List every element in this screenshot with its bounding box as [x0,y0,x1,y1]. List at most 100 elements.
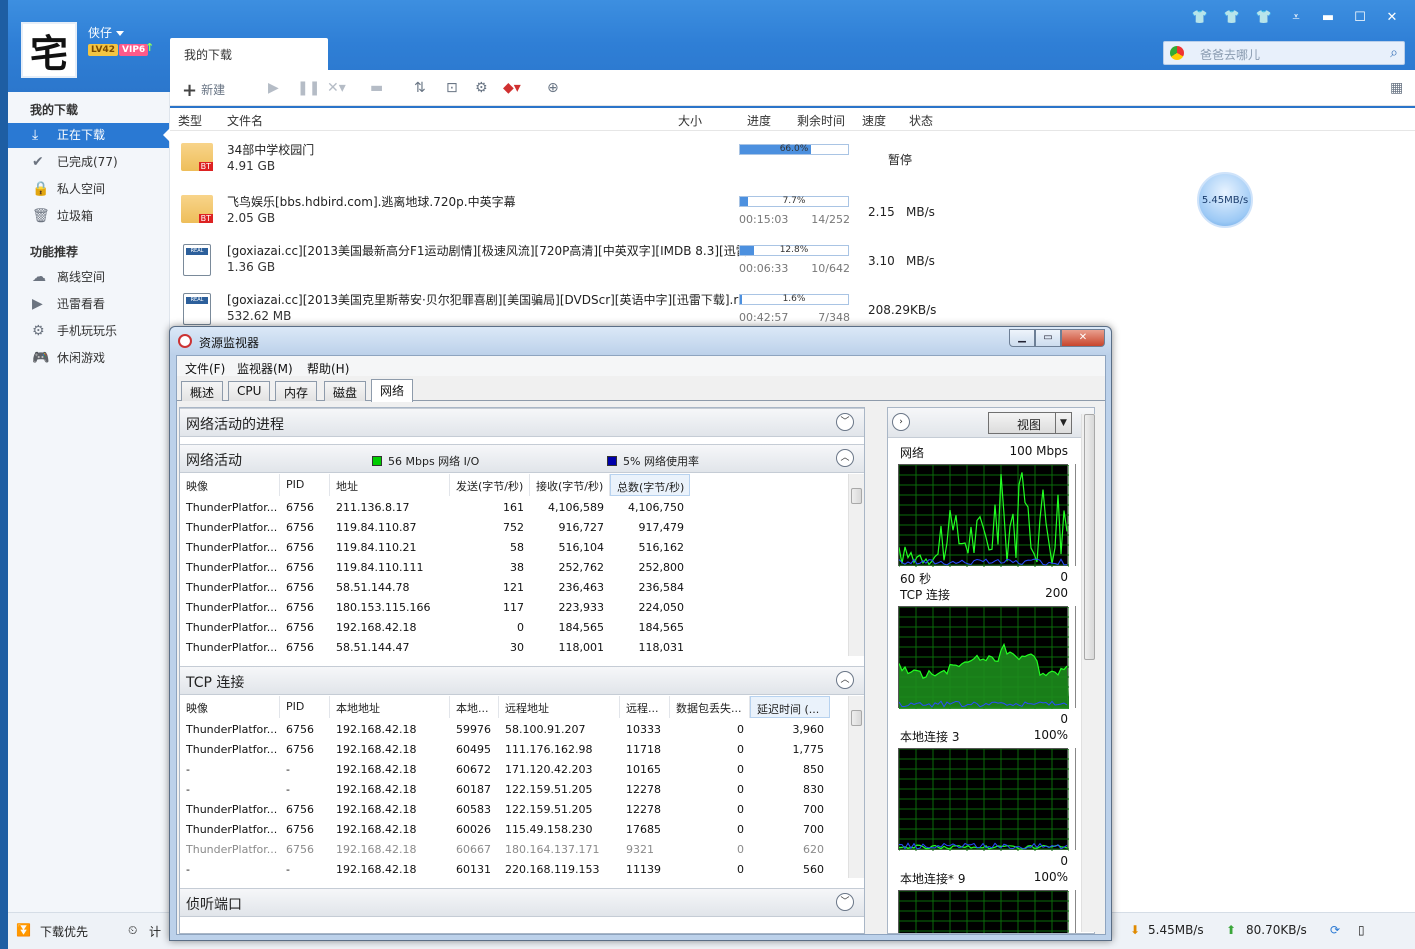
scroll-thumb[interactable] [1084,414,1095,660]
activity-scrollbar[interactable] [848,474,864,656]
folder-icon[interactable]: ▬ [370,80,383,96]
sidebar-item-private[interactable]: 🔒 私人空间 [8,177,169,202]
username-menu[interactable]: 侠仔 [88,24,125,41]
column-speed[interactable]: 速度 [862,112,886,129]
column-type[interactable]: 类型 [178,112,202,129]
close-icon[interactable]: ✕ [1381,10,1403,25]
menu-icon[interactable]: ⩡ [1285,10,1307,25]
table-row[interactable]: ThunderPlatfor... 6756 211.136.8.17 161 4,10… [180,498,848,518]
graphs-scrollbar[interactable] [1081,414,1095,932]
table-row[interactable]: ThunderPlatfor... 6756 192.168.42.18 0 184,5… [180,618,848,638]
column-status[interactable]: 状态 [909,112,933,129]
sidebar-item-mobile[interactable]: ⚙ 手机玩玩乐 [8,319,169,344]
grid-view-icon[interactable]: ▦ [1390,80,1403,96]
chevron-down-icon[interactable]: ﹀ [836,893,854,911]
column-remaining[interactable]: 剩余时间 [797,112,845,129]
column-header[interactable]: 映像 [180,474,280,496]
chevron-right-icon[interactable]: › [892,413,910,431]
avatar[interactable]: 宅 [21,22,77,78]
table-row[interactable]: ThunderPlatfor... 6756 58.51.144.78 121 236,… [180,578,848,598]
column-progress[interactable]: 进度 [747,112,771,129]
column-header[interactable]: 总数(字节/秒) [610,474,690,496]
table-row[interactable]: ThunderPlatfor... 6756 119.84.110.21 58 516,… [180,538,848,558]
search-icon[interactable]: ⌕ [1390,45,1398,61]
table-row[interactable]: ThunderPlatfor... 6756 192.168.42.18 60026 1… [180,820,848,840]
plan-icon[interactable]: ⏲ [128,923,137,938]
rm-maximize-icon[interactable]: ▭ [1035,329,1061,347]
table-row[interactable]: - - 192.168.42.18 60131 220.168.119.153 11139… [180,860,848,880]
column-header[interactable]: 地址 [330,474,450,496]
sidebar-item-kankan[interactable]: ▶ 迅雷看看 [8,292,169,317]
new-task-button[interactable]: + 新建 [182,80,225,101]
chevron-up-icon[interactable]: ︿ [836,449,854,467]
chevron-up-icon[interactable]: ︿ [836,671,854,689]
sidebar-item-downloading[interactable]: ⤓ 正在下载 [8,123,170,148]
table-row[interactable]: ThunderPlatfor... 6756 192.168.42.18 60583 1… [180,800,848,820]
skin-icon[interactable]: 👕 [1189,10,1211,25]
menu-help[interactable]: 帮助(H) [307,360,349,377]
sidebar-item-trash[interactable]: 🗑 垃圾箱 [8,204,169,229]
download-row[interactable]: REAL [goxiazai.cc][2013美国最新高分F1运动剧情][极速风流… [170,238,1415,288]
column-size[interactable]: 大小 [678,112,702,129]
sort-icon[interactable]: ⇅ [414,80,426,96]
chevron-down-icon[interactable]: ﹀ [836,413,854,431]
table-row[interactable]: ThunderPlatfor... 6756 192.168.42.18 60495 1… [180,740,848,760]
panel-icon[interactable]: ▯ [1358,923,1365,937]
menu-file[interactable]: 文件(F) [185,360,225,377]
column-header[interactable]: 远程... [620,696,670,718]
start-icon[interactable]: ▶ [268,80,279,96]
section-listening-header[interactable]: 侦听端口 ﹀ [180,888,864,917]
tcp-scrollbar[interactable] [848,696,864,878]
skin2-icon[interactable]: 👕 [1221,10,1243,25]
delete-icon[interactable]: ✕▾ [327,80,346,96]
section-tcp-header[interactable]: TCP 连接 ︿ [180,666,864,695]
sidebar-item-offline[interactable]: ☁ 离线空间 [8,265,169,290]
minimize-icon[interactable]: ▬ [1317,10,1339,25]
tab-network[interactable]: 网络 [371,379,414,402]
column-header[interactable]: 发送(字节/秒) [450,474,530,496]
search-input[interactable]: 爸爸去哪儿 [1200,46,1260,63]
column-header[interactable]: PID [280,696,330,718]
sidebar-item-completed[interactable]: ✔ 已完成(77) [8,150,169,175]
rm-minimize-icon[interactable]: ▁ [1009,329,1035,347]
shirt-icon[interactable]: 👕 [1253,10,1275,25]
maximize-icon[interactable]: ☐ [1349,10,1371,25]
rm-close-icon[interactable]: ✕ [1061,329,1105,347]
section-processes-header[interactable]: 网络活动的进程 ﹀ [180,408,864,437]
pause-icon[interactable]: ❚❚ [297,80,320,96]
scroll-thumb[interactable] [851,488,862,504]
column-header[interactable]: 本地... [450,696,499,718]
table-row[interactable]: ThunderPlatfor... 6756 192.168.42.18 59976 5… [180,720,848,740]
table-row[interactable]: ThunderPlatfor... 6756 58.51.144.47 30 118,0… [180,638,848,658]
menu-monitor[interactable]: 监视器(M) [237,360,293,377]
refresh-icon[interactable]: ⟳ [1330,923,1340,937]
priority-icon[interactable]: ⏬ [16,923,31,937]
table-row[interactable]: ThunderPlatfor... 6756 180.153.115.166 117 2… [180,598,848,618]
table-row[interactable]: ThunderPlatfor... 6756 119.84.110.111 38 252… [180,558,848,578]
column-header[interactable]: 映像 [180,696,280,718]
tab-overview[interactable]: 概述 [181,381,224,401]
search-box[interactable]: 爸爸去哪儿 ⌕ [1163,41,1405,65]
section-activity-header[interactable]: 网络活动 56 Mbps 网络 I/O 5% 网络使用率 ︿ [180,444,864,473]
tab-my-downloads[interactable]: 我的下载 [170,38,328,70]
table-row[interactable]: ThunderPlatfor... 6756 192.168.42.18 60667 1… [180,840,848,860]
view-dropdown[interactable]: 视图 ▼ [988,412,1072,434]
rm-title-bar[interactable]: 资源监视器 ▁ ▭ ✕ [170,327,1111,355]
scroll-thumb[interactable] [851,710,862,726]
pane-splitter[interactable] [869,407,877,934]
tab-cpu[interactable]: CPU [228,381,271,401]
vip-icon[interactable]: ◆▾ [503,80,521,96]
table-row[interactable]: ThunderPlatfor... 6756 119.84.110.87 752 916… [180,518,848,538]
calendar-icon[interactable]: ⊡ [446,80,458,96]
priority-menu[interactable]: 下载优先 [40,923,88,940]
gamepad-icon[interactable]: ⊕ [547,80,559,96]
sidebar-item-games[interactable]: 🎮 休闲游戏 [8,346,169,371]
tab-disk[interactable]: 磁盘 [324,381,367,401]
column-header[interactable]: 本地地址 [330,696,450,718]
speed-ball[interactable]: 5.45MB/s [1197,172,1253,228]
tab-memory[interactable]: 内存 [275,381,318,401]
table-row[interactable]: - - 192.168.42.18 60187 122.159.51.205 12278 0… [180,780,848,800]
column-header[interactable]: 远程地址 [499,696,620,718]
table-row[interactable]: - - 192.168.42.18 60672 171.120.42.203 10165 0… [180,760,848,780]
column-header[interactable]: 延迟时间 (... [750,696,830,718]
